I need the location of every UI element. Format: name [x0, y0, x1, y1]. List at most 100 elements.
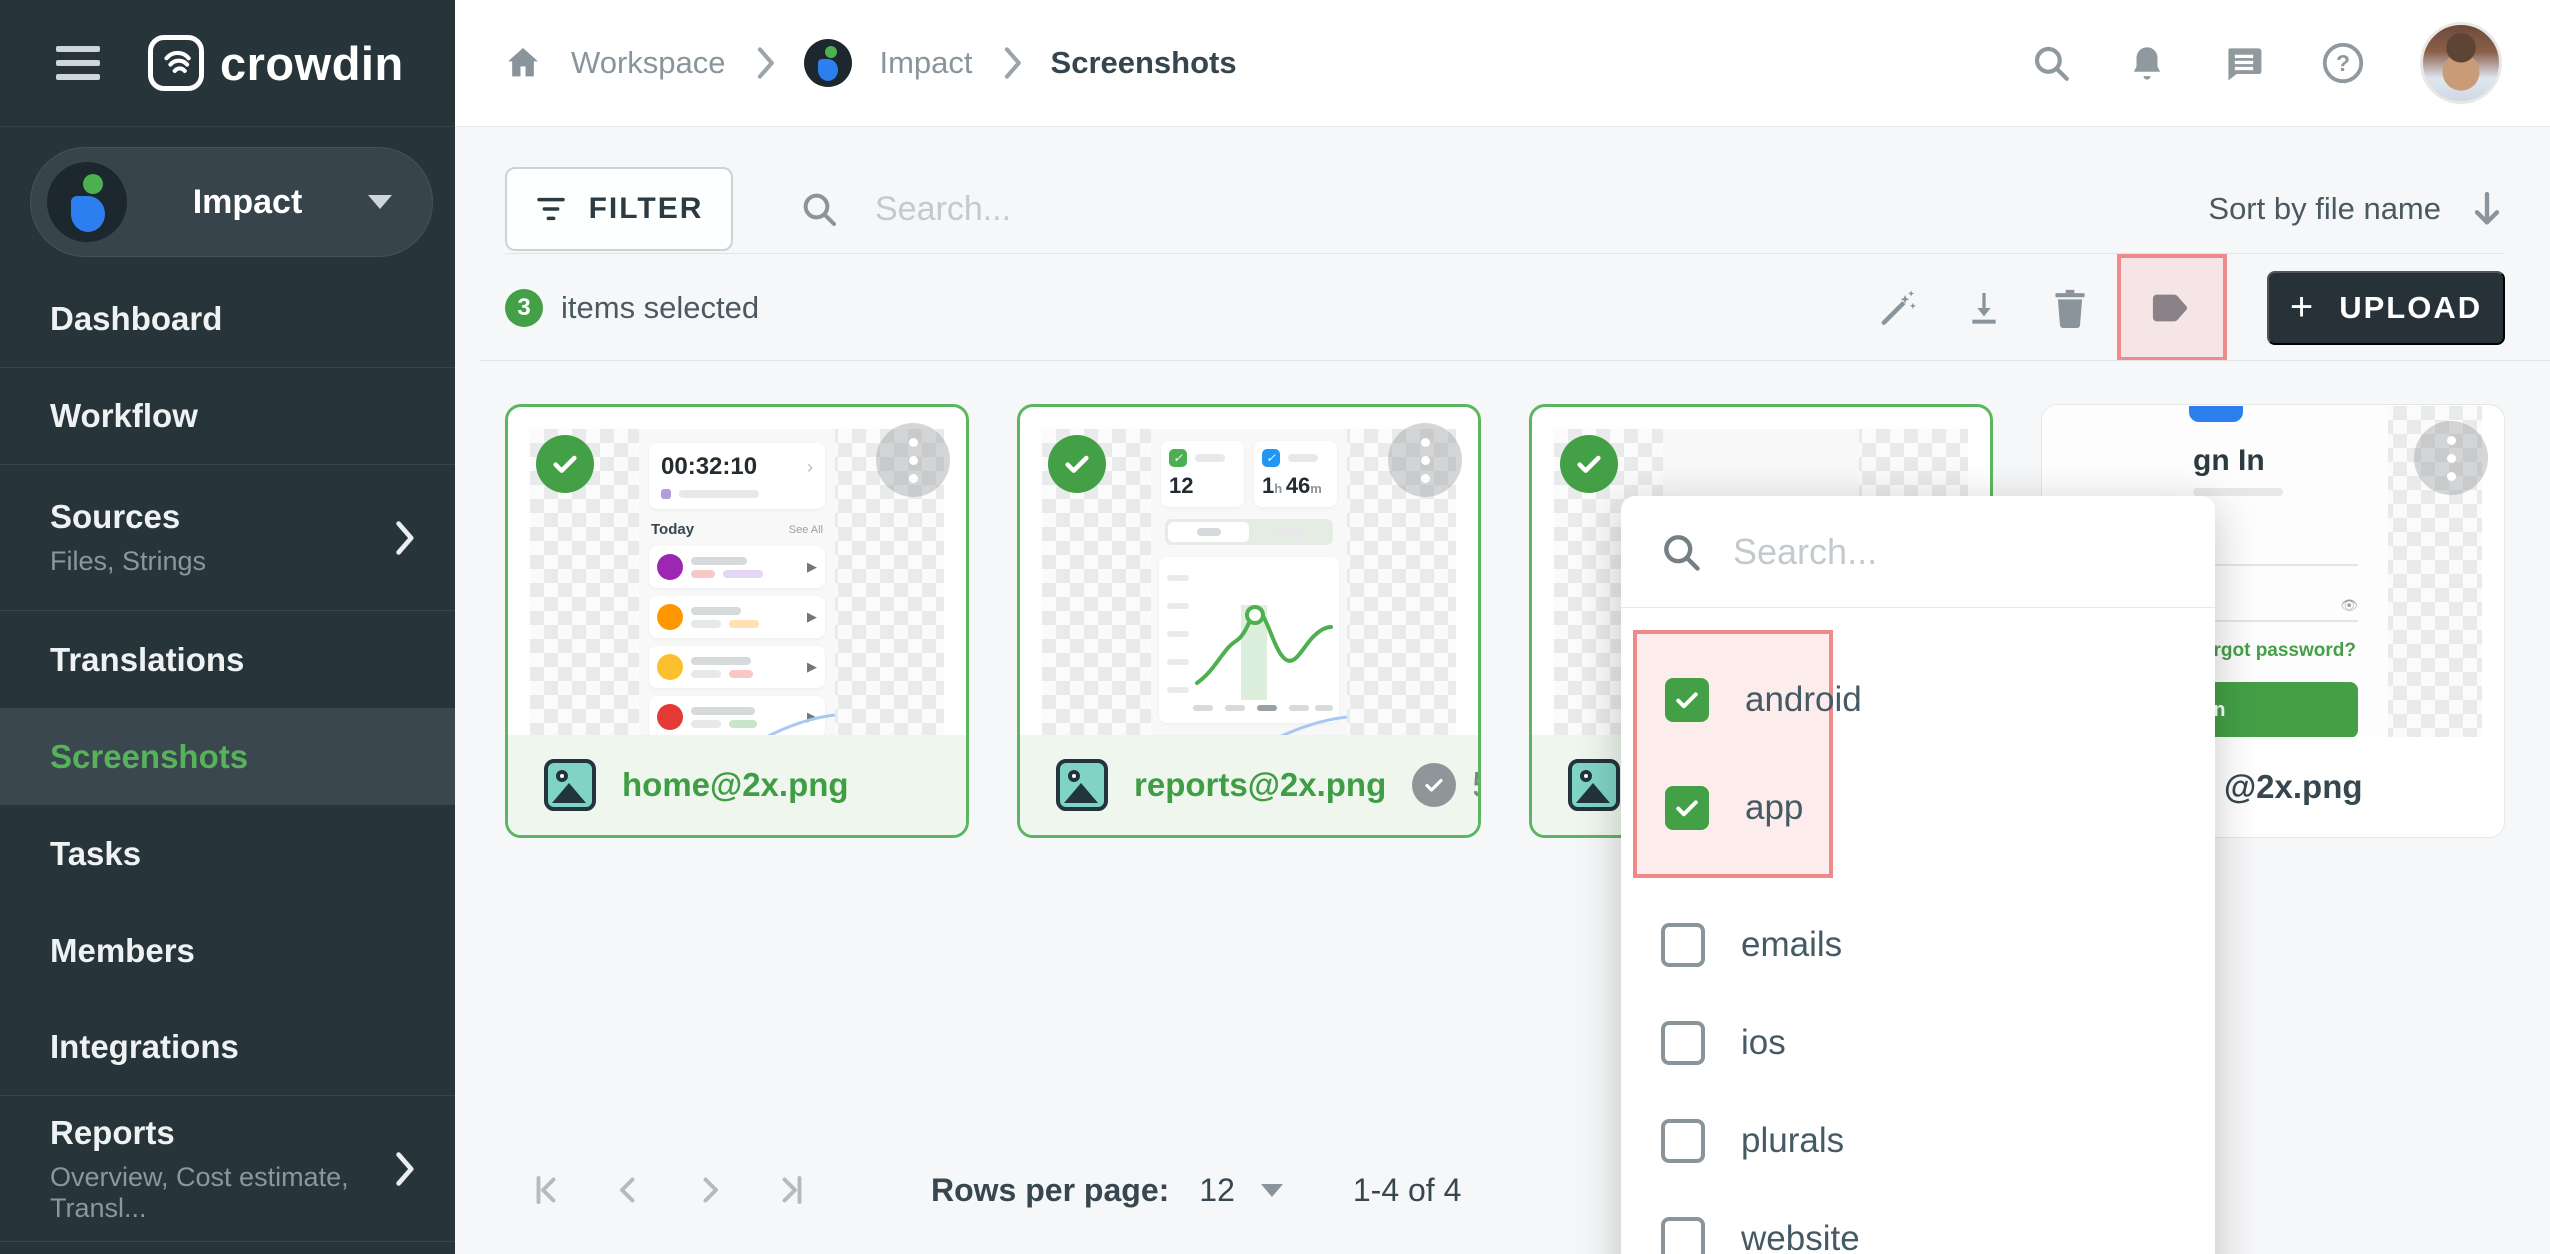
image-file-icon — [1056, 759, 1108, 811]
chevron-right-icon — [1001, 46, 1023, 80]
rows-per-page-select[interactable]: 12 — [1199, 1172, 1283, 1209]
hamburger-menu-icon[interactable] — [56, 46, 100, 80]
card-filename[interactable]: home@2x.png — [622, 766, 849, 804]
label-name: emails — [1741, 925, 1842, 965]
label-option-android[interactable]: android — [1637, 660, 1829, 740]
crowdin-screenshots-page: { "sidebar": { "brand": "crowdin", "proj… — [0, 0, 2550, 1254]
card-menu-kebab-icon[interactable] — [2414, 421, 2488, 495]
sidebar-item-subtitle: Files, Strings — [50, 546, 415, 577]
play-icon: ▶ — [807, 609, 817, 625]
sidebar-item-label: Dashboard — [50, 300, 415, 338]
search-icon — [1659, 530, 1703, 574]
brand-name: crowdin — [220, 36, 404, 91]
help-icon[interactable]: ? — [2320, 40, 2366, 86]
auto-tag-wand-icon[interactable] — [1855, 255, 1941, 360]
sidebar-item-members[interactable]: Members — [0, 902, 455, 999]
label-option-ios[interactable]: ios — [1621, 994, 2215, 1092]
rows-per-page-label: Rows per page: — [931, 1172, 1169, 1209]
checkbox-checked-icon[interactable] — [1665, 678, 1709, 722]
image-file-icon — [544, 759, 596, 811]
first-page-icon[interactable] — [505, 1172, 587, 1208]
screenshot-card-home[interactable]: 00:32:10 › Today See All ▶ — [505, 404, 969, 838]
thumb-phone-panel: ✓ 12 ✓ 1h 46m — [1151, 429, 1347, 741]
thumb-stat2-m: 46 — [1286, 473, 1310, 498]
selected-check-icon[interactable] — [1048, 435, 1106, 493]
svg-text:?: ? — [2336, 50, 2350, 76]
sidebar-item-translations[interactable]: Translations — [0, 611, 455, 708]
sidebar-item-tasks[interactable]: Tasks — [0, 805, 455, 902]
download-icon[interactable] — [1941, 255, 2027, 360]
upload-button[interactable]: + UPLOAD — [2267, 271, 2505, 345]
prev-page-icon[interactable] — [587, 1172, 669, 1208]
sort-arrow-down-icon — [2469, 189, 2505, 229]
pagination-range: 1-4 of 4 — [1353, 1172, 1462, 1209]
sidebar: crowdin Impact Dashboard Workflow Source… — [0, 0, 455, 1254]
sort-control[interactable]: Sort by file name — [2208, 189, 2505, 229]
label-name: plurals — [1741, 1121, 1844, 1161]
thumb-signin-title: gn In — [2193, 444, 2358, 478]
user-avatar[interactable] — [2420, 22, 2502, 104]
play-icon: ▶ — [807, 659, 817, 675]
thumb-timer: 00:32:10 — [661, 453, 757, 481]
breadcrumb-project[interactable]: Impact — [880, 45, 973, 81]
check-icon — [1412, 763, 1456, 807]
chevron-down-icon — [368, 195, 392, 209]
label-name: ios — [1741, 1023, 1786, 1063]
sidebar-item-reports[interactable]: Reports Overview, Cost estimate, Transl.… — [0, 1096, 455, 1242]
selected-check-icon[interactable] — [536, 435, 594, 493]
checkbox-unchecked-icon[interactable] — [1661, 1021, 1705, 1065]
label-option-emails[interactable]: emails — [1621, 896, 2215, 994]
label-option-app[interactable]: app — [1637, 768, 1829, 848]
search-input[interactable] — [875, 190, 1675, 229]
checkbox-checked-icon[interactable] — [1665, 786, 1709, 830]
card-filename[interactable]: reports@2x.png — [1134, 766, 1386, 804]
checkbox-unchecked-icon[interactable] — [1661, 1217, 1705, 1254]
thumb-phone-panel: 00:32:10 › Today See All ▶ — [639, 429, 835, 741]
breadcrumb-workspace[interactable]: Workspace — [571, 45, 726, 81]
thumb-section: Today — [651, 521, 694, 538]
messages-icon[interactable] — [2222, 41, 2266, 85]
selected-count-badge: 3 — [505, 289, 543, 327]
selection-bar: 3 items selected + — [505, 255, 2505, 360]
screenshots-toolbar: FILTER Sort by file name — [505, 165, 2505, 253]
sidebar-item-integrations[interactable]: Integrations — [0, 999, 455, 1096]
plus-icon: + — [2290, 285, 2315, 330]
pagination: Rows per page: 12 1-4 of 4 — [505, 1145, 1461, 1235]
card-footer: reports@2x.png 5 — [1020, 735, 1478, 835]
content: FILTER Sort by file name 3 items selecte… — [455, 127, 2550, 1254]
checkbox-unchecked-icon[interactable] — [1661, 923, 1705, 967]
labels-search-input[interactable] — [1733, 531, 2133, 573]
delete-trash-icon[interactable] — [2027, 255, 2113, 360]
chevron-right-icon — [391, 520, 417, 556]
sidebar-item-label: Tasks — [50, 835, 415, 873]
sidebar-item-screenshots[interactable]: Screenshots — [0, 708, 455, 805]
sidebar-item-workflow[interactable]: Workflow — [0, 368, 455, 465]
sidebar-nav: Dashboard Workflow Sources Files, String… — [0, 271, 455, 1242]
sidebar-item-dashboard[interactable]: Dashboard — [0, 271, 455, 368]
notifications-bell-icon[interactable] — [2126, 42, 2168, 84]
label-option-plurals[interactable]: plurals — [1621, 1092, 2215, 1190]
search-icon — [799, 189, 839, 229]
project-selector[interactable]: Impact — [30, 147, 433, 257]
sidebar-item-sources[interactable]: Sources Files, Strings — [0, 465, 455, 611]
screenshot-card-reports[interactable]: ✓ 12 ✓ 1h 46m — [1017, 404, 1481, 838]
labels-list: android app emails — [1621, 608, 2215, 1254]
crowdin-logo[interactable]: crowdin — [148, 35, 404, 91]
selected-check-icon[interactable] — [1560, 435, 1618, 493]
card-menu-kebab-icon[interactable] — [1388, 423, 1462, 497]
home-icon[interactable] — [503, 43, 543, 83]
label-option-website[interactable]: website — [1621, 1190, 2215, 1254]
last-page-icon[interactable] — [751, 1172, 833, 1208]
checkbox-unchecked-icon[interactable] — [1661, 1119, 1705, 1163]
play-icon: ▶ — [807, 559, 817, 575]
chevron-right-icon — [754, 46, 776, 80]
search-icon[interactable] — [2030, 42, 2072, 84]
sort-label: Sort by file name — [2208, 191, 2441, 227]
next-page-icon[interactable] — [669, 1172, 751, 1208]
label-tag-icon[interactable] — [2149, 287, 2195, 329]
card-filename[interactable]: @2x.png — [2224, 768, 2363, 806]
card-menu-kebab-icon[interactable] — [876, 423, 950, 497]
sidebar-item-label: Reports — [50, 1114, 415, 1152]
selected-label: items selected — [561, 290, 759, 326]
filter-button[interactable]: FILTER — [505, 167, 733, 251]
